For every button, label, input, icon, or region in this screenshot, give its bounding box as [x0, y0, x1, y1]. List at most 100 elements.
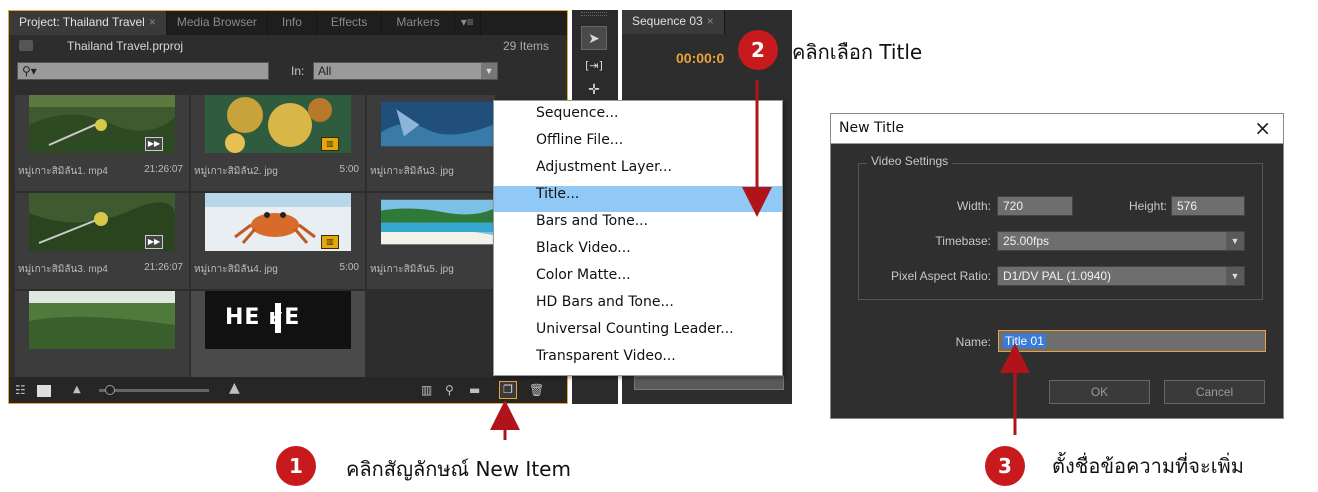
ripple-edit-tool-icon[interactable]: ✛: [581, 78, 607, 102]
search-icon: ⚲▾: [22, 64, 37, 78]
menu-item-sequence[interactable]: Sequence...: [494, 105, 782, 131]
name-field[interactable]: Title 01: [998, 330, 1266, 352]
thumbnail-duration: 21:26:07: [144, 262, 183, 273]
thumbnail-item[interactable]: หมู่เกาะสิมิลัน5. jpg: [367, 193, 495, 289]
tab-effects[interactable]: Effects: [317, 11, 383, 35]
step-2-caption: คลิกเลือก Title: [792, 40, 923, 64]
tab-media-browser[interactable]: Media Browser: [167, 11, 268, 35]
timecode[interactable]: 00:00:0: [676, 50, 724, 66]
icon-view-icon[interactable]: [37, 385, 51, 397]
thumbnail-name: หมู่เกาะสิมิลัน4. jpg: [194, 264, 278, 275]
project-bottom-toolbar: ☷ ▲ ▲ ▥ ⚲ ▬ ❐ 🗑: [9, 377, 567, 403]
dialog-titlebar: New Title ×: [831, 114, 1283, 144]
thumbnail-item[interactable]: ▥ หมู่เกาะสิมิลัน2. jpg 5:00: [191, 95, 365, 191]
close-icon[interactable]: ×: [707, 14, 714, 28]
thumbnail-duration: 5:00: [339, 262, 359, 273]
thumbnail-image: [29, 291, 175, 349]
tab-project[interactable]: Project: Thailand Travel ×: [9, 11, 167, 35]
new-bin-icon[interactable]: ▬: [469, 383, 480, 397]
search-row: ⚲▾ In: All ▼: [9, 59, 567, 83]
in-filter-select[interactable]: All ▼: [313, 62, 498, 80]
new-item-button[interactable]: ❐: [499, 381, 517, 399]
thumbnail-item[interactable]: ▶▶ หมู่เกาะสิมิลัน1. mp4 21:26:07: [15, 95, 189, 191]
panel-menu-icon[interactable]: ▾≡: [455, 11, 481, 35]
slider-handle[interactable]: [105, 385, 115, 395]
image-clip-icon: ▥: [321, 235, 339, 249]
timebase-select[interactable]: 25.00fps ▼: [997, 231, 1245, 251]
menu-item-black-video[interactable]: Black Video...: [494, 240, 782, 266]
project-file-icon: [19, 40, 33, 51]
thumbnail-item[interactable]: หมู่เกาะสิมิลัน3. jpg: [367, 95, 495, 191]
automate-to-sequence-icon[interactable]: ▥: [421, 383, 432, 397]
find-icon[interactable]: ⚲: [445, 383, 454, 397]
step-3-caption: ตั้งชื่อข้อความที่จะเพิ่ม: [1052, 454, 1244, 478]
menu-item-universal-counting-leader[interactable]: Universal Counting Leader...: [494, 321, 782, 347]
image-clip-icon: ▥: [321, 137, 339, 151]
in-label: In:: [291, 64, 305, 78]
close-icon[interactable]: ×: [1254, 116, 1271, 140]
zoom-out-icon[interactable]: ▲: [73, 383, 81, 397]
video-clip-icon: ▶▶: [145, 235, 163, 249]
chevron-down-icon: ▼: [481, 63, 497, 79]
name-value: Title 01: [1003, 334, 1046, 348]
thumbnail-name: หมู่เกาะสิมิลัน2. jpg: [194, 166, 278, 177]
tab-markers[interactable]: Markers: [382, 11, 455, 35]
step-2-badge: 2: [738, 30, 778, 70]
new-item-menu: Sequence... Offline File... Adjustment L…: [493, 100, 783, 376]
thumbnail-name: หมู่เกาะสิมิลัน3. jpg: [370, 166, 454, 177]
zoom-in-icon[interactable]: ▲: [229, 381, 240, 395]
selection-tool-icon[interactable]: ➤: [581, 26, 607, 50]
close-icon[interactable]: ×: [149, 15, 156, 29]
thumbnail-duration: 21:26:07: [144, 164, 183, 175]
dialog-title: New Title: [839, 120, 904, 136]
thumbnail-image: [381, 199, 493, 245]
thumbnail-name: หมู่เกาะสิมิลัน3. mp4: [18, 264, 108, 275]
thumbnail-item[interactable]: [15, 291, 189, 387]
menu-item-color-matte[interactable]: Color Matte...: [494, 267, 782, 293]
menu-item-transparent-video[interactable]: Transparent Video...: [494, 348, 782, 374]
thumbnail-grid: ▶▶ หมู่เกาะสิมิลัน1. mp4 21:26:07 ▥ หมู่…: [15, 95, 495, 387]
pixel-aspect-ratio-value: D1/DV PAL (1.0940): [1003, 269, 1112, 283]
thumbnail-item[interactable]: ▶▶ หมู่เกาะสิมิลัน3. mp4 21:26:07: [15, 193, 189, 289]
track-select-tool-icon[interactable]: [⇥]: [581, 54, 607, 78]
width-field[interactable]: 720: [997, 196, 1073, 216]
chevron-down-icon: ▼: [1226, 267, 1244, 285]
tab-info[interactable]: Info: [268, 11, 317, 35]
cancel-button[interactable]: Cancel: [1164, 380, 1265, 404]
zoom-slider[interactable]: [99, 385, 209, 395]
thumbnail-item[interactable]: ▥ หมู่เกาะสิมิลัน4. jpg 5:00: [191, 193, 365, 289]
in-filter-value: All: [318, 64, 332, 78]
name-label: Name:: [955, 335, 991, 349]
pixel-aspect-ratio-label: Pixel Aspect Ratio:: [890, 269, 991, 283]
pixel-aspect-ratio-select[interactable]: D1/DV PAL (1.0940) ▼: [997, 266, 1245, 286]
height-value: 576: [1177, 199, 1198, 213]
menu-item-bars-and-tone[interactable]: Bars and Tone...: [494, 213, 782, 239]
height-label: Height:: [1128, 199, 1167, 213]
thumbnail-item[interactable]: HE ʁE: [191, 291, 365, 387]
list-view-icon[interactable]: ☷: [15, 383, 26, 397]
timeline-scrollbar[interactable]: [634, 376, 784, 390]
timebase-value: 25.00fps: [1003, 234, 1050, 248]
thumbnail-image: [381, 101, 493, 147]
menu-item-hd-bars-and-tone[interactable]: HD Bars and Tone...: [494, 294, 782, 320]
width-label: Width:: [956, 199, 991, 213]
timebase-label: Timebase:: [935, 234, 991, 248]
search-input[interactable]: ⚲▾: [17, 62, 269, 80]
tab-sequence[interactable]: Sequence 03 ×: [622, 10, 725, 34]
thumbnail-duration: 5:00: [339, 164, 359, 175]
project-info-row: Thailand Travel.prproj 29 Items: [9, 35, 567, 57]
project-filename: Thailand Travel.prproj: [67, 39, 184, 53]
panel-grip: [581, 12, 607, 16]
new-title-dialog: New Title × Video Settings Width: 720 He…: [830, 113, 1284, 419]
video-clip-icon: ▶▶: [145, 137, 163, 151]
trash-icon[interactable]: 🗑: [529, 383, 544, 397]
menu-item-adjustment-layer[interactable]: Adjustment Layer...: [494, 159, 782, 185]
width-value: 720: [1003, 199, 1024, 213]
height-field[interactable]: 576: [1171, 196, 1245, 216]
menu-item-title[interactable]: Title...: [494, 186, 782, 212]
menu-item-offline-file[interactable]: Offline File...: [494, 132, 782, 158]
chevron-down-icon: ▼: [1226, 232, 1244, 250]
item-count: 29 Items: [502, 39, 549, 53]
ok-button[interactable]: OK: [1049, 380, 1150, 404]
thumbnail-name: หมู่เกาะสิมิลัน1. mp4: [18, 166, 108, 177]
